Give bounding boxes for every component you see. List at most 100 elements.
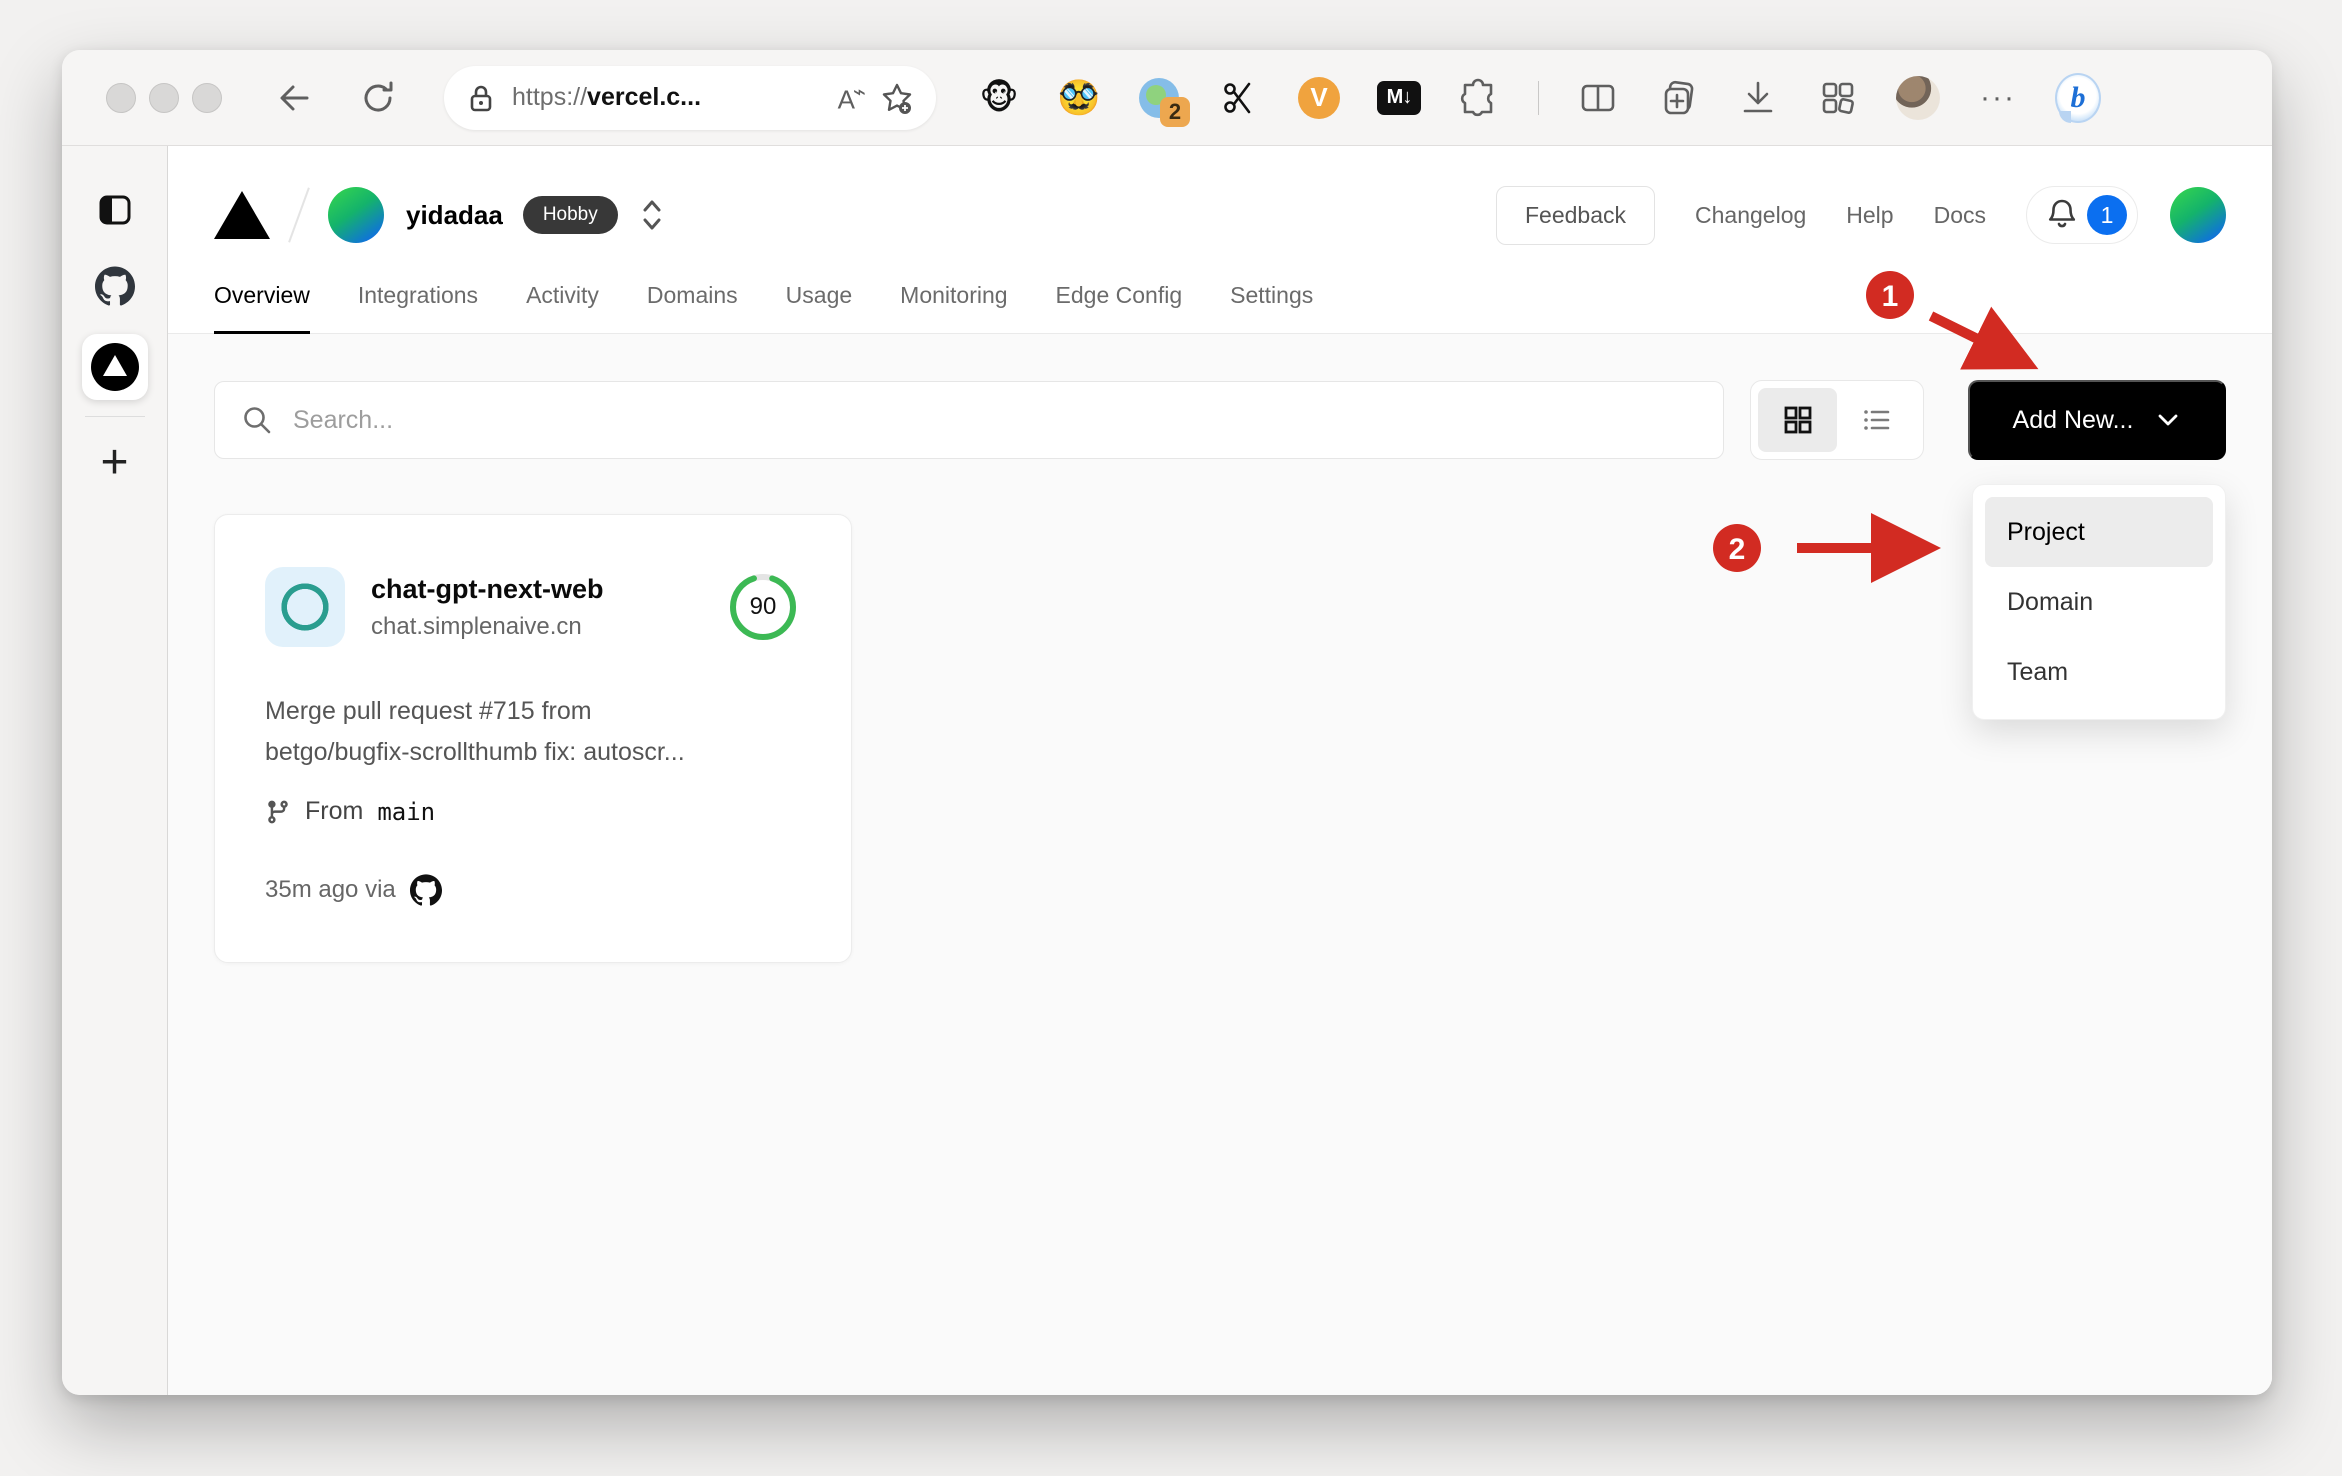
branch-name: main [377, 797, 436, 826]
markdown-extension-button[interactable]: M↓ [1376, 75, 1422, 121]
back-button[interactable] [274, 78, 314, 118]
split-screen-button[interactable] [1575, 75, 1621, 121]
commit-message[interactable]: Merge pull request #715 from betgo/bugfi… [265, 691, 801, 773]
sidebar-toggle-button[interactable] [95, 190, 135, 230]
team-switcher-button[interactable] [636, 193, 668, 237]
grid-view-button[interactable] [1758, 388, 1837, 452]
tab-integrations[interactable]: Integrations [358, 282, 478, 333]
plan-badge: Hobby [522, 196, 618, 234]
branch-row: From main [265, 797, 801, 826]
url-text: https://vercel.c... [512, 83, 822, 112]
bing-chat-button[interactable]: b [2055, 72, 2101, 123]
lock-icon [470, 85, 492, 111]
read-aloud-button[interactable]: A⌁ [838, 79, 866, 116]
refresh-icon [364, 81, 393, 111]
tab-monitoring[interactable]: Monitoring [900, 282, 1007, 333]
vercel-main: Add New... [168, 334, 2272, 1395]
sidebar-tab-github[interactable] [94, 266, 135, 306]
tab-usage[interactable]: Usage [786, 282, 852, 333]
edge-sidebar: + [62, 146, 168, 1395]
minimize-window-button[interactable] [149, 82, 179, 113]
extension-count-badge: 2 [1160, 96, 1190, 127]
team-avatar [328, 187, 384, 243]
apps-button[interactable] [1815, 75, 1861, 121]
tab-edge-config[interactable]: Edge Config [1056, 282, 1183, 333]
dropdown-item-team[interactable]: Team [1985, 637, 2213, 707]
account-avatar[interactable] [2170, 187, 2226, 243]
refresh-button[interactable] [358, 78, 398, 118]
tab-domains[interactable]: Domains [647, 282, 738, 333]
tab-overview[interactable]: Overview [214, 282, 310, 334]
new-tab-button[interactable]: + [100, 439, 128, 487]
search-box [214, 381, 1724, 459]
vercel-header: yidadaa Hobby Feedback Changelog Help Do… [168, 146, 2272, 266]
project-card[interactable]: chat-gpt-next-web chat.simplenaive.cn 90 [214, 514, 852, 963]
panel-toggle-icon [99, 195, 130, 225]
score-ring[interactable]: 90 [725, 569, 801, 645]
downloads-button[interactable] [1735, 75, 1781, 121]
git-branch-icon [268, 800, 288, 823]
add-new-button[interactable]: Add New... [1968, 380, 2226, 460]
help-link[interactable]: Help [1846, 202, 1893, 229]
project-name[interactable]: chat-gpt-next-web [371, 574, 604, 605]
list-view-button[interactable] [1837, 388, 1916, 452]
badge-extension-button[interactable]: 2 [1136, 75, 1190, 127]
settings-more-button[interactable]: ··· [1975, 75, 2021, 121]
url-scheme: https:// [512, 83, 588, 111]
monkey-icon: 🐵 [979, 78, 1019, 117]
project-domain[interactable]: chat.simplenaive.cn [371, 613, 604, 641]
face-icon: 🥸 [1057, 78, 1101, 117]
project-favicon-tile [265, 567, 345, 647]
search-icon [244, 407, 271, 434]
scissors-icon [1224, 82, 1251, 113]
chevron-down-icon [2159, 414, 2178, 426]
close-window-button[interactable] [106, 82, 136, 113]
scissors-extension-button[interactable] [1216, 75, 1262, 121]
add-favorite-star-icon[interactable] [880, 81, 914, 115]
back-arrow-icon [280, 85, 309, 110]
profile-avatar [1896, 75, 1940, 120]
tab-activity[interactable]: Activity [526, 282, 599, 333]
chevron-updown-icon [643, 200, 661, 230]
branch-label: From [305, 797, 364, 825]
feedback-button[interactable]: Feedback [1496, 185, 1656, 245]
deploy-time: 35m ago via [265, 876, 396, 903]
sidebar-tab-vercel-active[interactable] [81, 334, 148, 400]
search-input[interactable] [293, 405, 1697, 435]
extensions-row: 🐵 🥸 2 V M↓ ··· b [976, 72, 2101, 127]
split-screen-icon [1581, 84, 1615, 111]
team-name[interactable]: yidadaa [406, 200, 503, 231]
orange-v-icon: V [1298, 76, 1340, 119]
notifications-button[interactable]: 1 [2026, 186, 2138, 244]
bell-icon [2048, 199, 2076, 228]
browser-window: https://vercel.c... A⌁ 🐵 🥸 2 V M↓ ··· b … [62, 50, 2272, 1395]
ellipsis-icon: ··· [1980, 80, 2016, 114]
grid-view-icon [1784, 406, 1811, 434]
puzzle-icon [1460, 78, 1493, 116]
github-icon [409, 874, 442, 906]
extensions-menu-button[interactable] [1456, 75, 1502, 121]
dropdown-item-project[interactable]: Project [1985, 497, 2213, 567]
profile-button[interactable] [1895, 75, 1941, 121]
collections-icon [1664, 80, 1694, 114]
github-icon [94, 266, 135, 306]
zoom-window-button[interactable] [192, 82, 222, 113]
vercel-tab-icon [90, 343, 139, 391]
notification-count-badge: 1 [2087, 195, 2127, 235]
v-extension-button[interactable]: V [1296, 75, 1342, 121]
openai-logo-icon [281, 583, 329, 631]
monkey-extension-button[interactable]: 🐵 [976, 75, 1022, 121]
address-bar[interactable]: https://vercel.c... A⌁ [444, 65, 936, 130]
list-view-icon [1863, 410, 1889, 430]
tab-settings[interactable]: Settings [1230, 282, 1313, 333]
changelog-link[interactable]: Changelog [1695, 202, 1806, 229]
dropdown-item-domain[interactable]: Domain [1985, 567, 2213, 637]
deploy-meta-row: 35m ago via [265, 874, 801, 906]
apps-grid-icon [1822, 82, 1854, 114]
add-new-dropdown: Project Domain Team [1972, 484, 2226, 720]
browser-toolbar: https://vercel.c... A⌁ 🐵 🥸 2 V M↓ ··· b [62, 50, 2272, 146]
face-extension-button[interactable]: 🥸 [1056, 75, 1102, 121]
collections-button[interactable] [1655, 75, 1701, 121]
vercel-logo[interactable] [214, 191, 270, 239]
docs-link[interactable]: Docs [1934, 202, 1986, 229]
